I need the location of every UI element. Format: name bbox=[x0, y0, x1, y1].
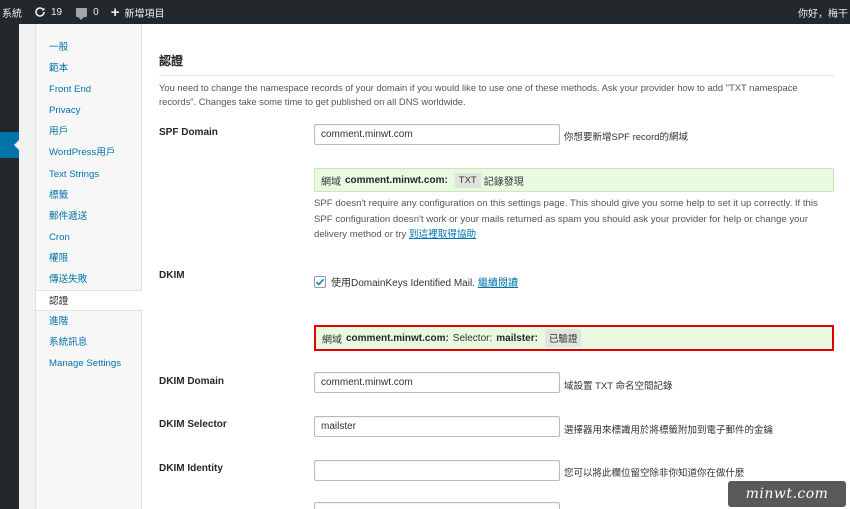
spf-notice-suffix: 記錄發現 bbox=[483, 176, 524, 188]
settings-tab-privacy[interactable]: Privacy bbox=[36, 100, 141, 121]
title-divider bbox=[159, 75, 834, 76]
updates-count: 19 bbox=[51, 6, 63, 18]
settings-tab-general[interactable]: 一般 bbox=[36, 37, 141, 58]
dkim-domain-desc: 域設置 TXT 命名空間記錄 bbox=[564, 381, 673, 392]
spf-help-body: SPF doesn't require any configuration on… bbox=[314, 198, 818, 240]
plus-icon: + bbox=[110, 3, 120, 21]
settings-panel: 認證 You need to change the namespace reco… bbox=[142, 24, 850, 509]
settings-tab-bounce[interactable]: 傳送失敗 bbox=[36, 269, 141, 290]
dkim-identity-input[interactable] bbox=[314, 460, 560, 481]
settings-tab-cron[interactable]: Cron bbox=[36, 227, 141, 248]
dkim-domain-input[interactable] bbox=[314, 372, 560, 393]
new-content-label: 新增項目 bbox=[124, 8, 165, 20]
settings-tab-authentication[interactable]: 認證 bbox=[36, 290, 142, 312]
dkim-notice-domain: comment.minwt.com: bbox=[346, 332, 449, 344]
settings-tab-delivery[interactable]: 郵件遞送 bbox=[36, 206, 141, 227]
new-content-link[interactable]: + 新增項目 bbox=[111, 0, 165, 24]
dkim-selector-desc: 選擇器用來標識用於將標籤附加到電子郵件的金鑰 bbox=[564, 425, 774, 436]
dkim-domain-label: DKIM Domain bbox=[159, 376, 224, 387]
dkim-status-notice: 網域 comment.minwt.com: Selector: mailster… bbox=[314, 325, 834, 351]
settings-tab-users[interactable]: 用戶 bbox=[36, 121, 141, 142]
dkim-checkbox-label: 使用DomainKeys Identified Mail. bbox=[331, 278, 475, 289]
admin-menu-strip bbox=[0, 24, 20, 509]
dkim-checkbox[interactable] bbox=[314, 275, 326, 288]
account-greeting[interactable]: 你好，梅干 bbox=[798, 0, 850, 24]
spf-notice-domain: comment.minwt.com: bbox=[345, 174, 448, 186]
admin-bar: 系統 19 0 + 新增項目 你好，梅干 bbox=[0, 0, 850, 24]
dkim-selector-label: DKIM Selector bbox=[159, 419, 227, 430]
spf-help-link[interactable]: 到這裡取得協助 bbox=[409, 229, 476, 240]
settings-nav: 一般 範本 Front End Privacy 用戶 WordPress用戶 T… bbox=[35, 24, 142, 509]
spf-domain-label: SPF Domain bbox=[159, 127, 218, 138]
settings-tab-tags[interactable]: 標籤 bbox=[36, 185, 141, 206]
comment-bubble-icon bbox=[76, 7, 88, 20]
spf-notice-code: TXT bbox=[454, 172, 481, 188]
dkim-checkbox-row: 使用DomainKeys Identified Mail. 繼續閱讀 bbox=[314, 274, 518, 289]
spf-notice-prefix: 網域 bbox=[321, 176, 341, 188]
settings-tab-system-info[interactable]: 系統訊息 bbox=[36, 332, 141, 353]
dkim-read-more-link[interactable]: 繼續閱讀 bbox=[478, 274, 518, 289]
spf-help-text: SPF doesn't require any configuration on… bbox=[314, 196, 834, 243]
comments-count: 0 bbox=[93, 6, 99, 18]
dkim-notice-selector: mailster: bbox=[496, 332, 538, 344]
settings-tab-capabilities[interactable]: 權限 bbox=[36, 248, 141, 269]
dkim-notice-selector-label: Selector: bbox=[452, 332, 493, 344]
intro-text: You need to change the namespace records… bbox=[159, 82, 798, 107]
comments-link[interactable]: 0 bbox=[76, 0, 99, 24]
checkmark-icon bbox=[315, 278, 325, 286]
settings-tab-wordpress-users[interactable]: WordPress用戶 bbox=[36, 142, 141, 163]
dkim-identity-desc: 您可以將此欄位留空除非你知道你在做什麼 bbox=[564, 468, 745, 479]
settings-tab-advanced[interactable]: 進階 bbox=[36, 311, 141, 332]
spf-domain-desc: 你想要新增SPF record的網域 bbox=[564, 132, 689, 143]
refresh-icon bbox=[35, 7, 45, 17]
settings-tab-text-strings[interactable]: Text Strings bbox=[36, 164, 141, 185]
dkim-label: DKIM bbox=[159, 270, 185, 281]
dkim-identity-label: DKIM Identity bbox=[159, 463, 223, 474]
admin-menu-current-item[interactable] bbox=[0, 132, 20, 158]
dkim-selector-input[interactable] bbox=[314, 416, 560, 437]
section-title: 認證 bbox=[159, 54, 184, 68]
spf-status-notice: 網域 comment.minwt.com: TXT 記錄發現 bbox=[314, 168, 834, 192]
next-field-input[interactable] bbox=[314, 502, 560, 509]
settings-tab-manage-settings[interactable]: Manage Settings bbox=[36, 353, 141, 374]
spf-domain-input[interactable] bbox=[314, 124, 560, 145]
watermark-logo: minwt.com bbox=[728, 481, 846, 507]
site-name-link[interactable]: 系統 bbox=[0, 0, 22, 24]
updates-link[interactable]: 19 bbox=[34, 0, 62, 24]
settings-tab-templates[interactable]: 範本 bbox=[36, 58, 141, 79]
settings-tab-front-end[interactable]: Front End bbox=[36, 79, 141, 100]
dkim-notice-prefix: 網域 bbox=[322, 334, 342, 346]
dkim-notice-status: 已驗證 bbox=[544, 329, 582, 347]
